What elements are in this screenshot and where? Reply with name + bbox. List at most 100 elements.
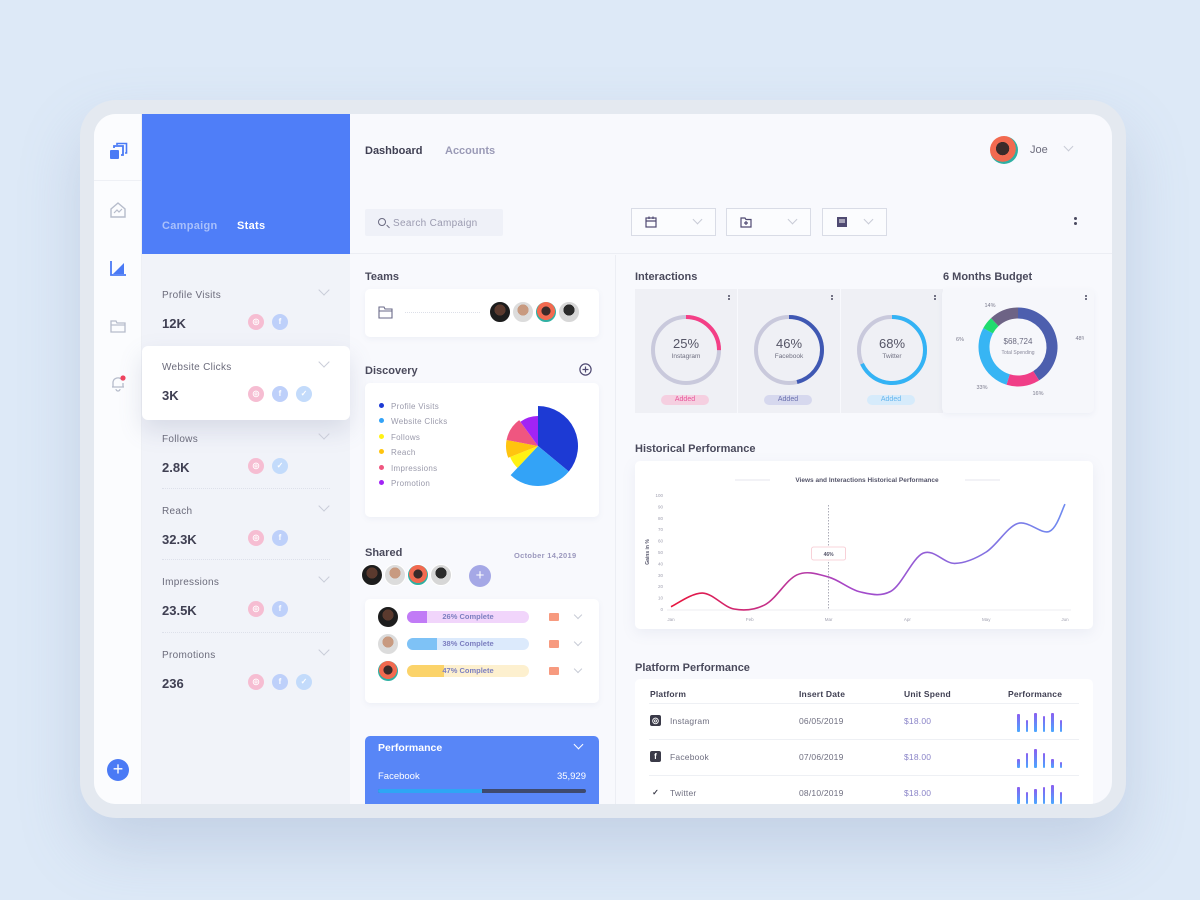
column-header[interactable]: Insert Date (799, 689, 845, 699)
chevron-down-icon[interactable] (318, 428, 330, 440)
donut-segment (991, 307, 1019, 327)
interaction-card[interactable]: 68% Twitter Added (841, 289, 943, 413)
add-button[interactable]: + (107, 759, 129, 781)
table-row[interactable]: f Facebook 07/06/2019 $18.00 (649, 739, 1079, 775)
shared-avatar[interactable] (407, 564, 429, 586)
teams-title: Teams (365, 271, 400, 283)
instagram-icon[interactable]: ◎ (248, 386, 264, 402)
area-chart-icon[interactable] (108, 258, 128, 278)
legend-dot (379, 433, 384, 439)
task-avatar[interactable] (377, 606, 399, 628)
performance-title: Performance (378, 742, 443, 754)
task-avatar[interactable] (377, 633, 399, 655)
home-chart-icon[interactable] (108, 200, 128, 220)
twitter-icon[interactable]: ✓ (296, 386, 312, 402)
table-row[interactable]: ✓ Twitter 08/10/2019 $18.00 (649, 775, 1079, 804)
chevron-down-icon[interactable] (1063, 141, 1074, 152)
instagram-icon[interactable]: ◎ (248, 530, 264, 546)
y-tick-label: 60 (658, 539, 664, 544)
instagram-icon[interactable]: ◎ (248, 458, 264, 474)
stats-hero: Campaign Stats (142, 114, 350, 254)
stat-label: Promotions (162, 650, 216, 661)
team-avatar[interactable] (489, 301, 511, 323)
task-avatar[interactable] (377, 660, 399, 682)
chevron-down-icon[interactable] (318, 284, 330, 296)
interaction-card[interactable]: 25% Instagram Added (635, 289, 737, 413)
column-header[interactable]: Performance (1008, 689, 1062, 699)
team-avatar[interactable] (558, 301, 580, 323)
task-progress: 38% Complete (407, 638, 529, 650)
interactions-title: Interactions (635, 271, 698, 283)
instagram-icon[interactable]: ◎ (248, 674, 264, 690)
more-options-icon[interactable] (1072, 215, 1078, 231)
y-tick-label: 30 (658, 573, 664, 578)
performance-card[interactable]: Performance Facebook 35,929 (365, 736, 599, 804)
message-icon[interactable] (549, 613, 559, 621)
chevron-down-icon[interactable] (573, 610, 583, 620)
facebook-icon[interactable]: f (272, 386, 288, 402)
inbox-dropdown[interactable] (822, 208, 887, 236)
table-row[interactable]: ◎ Instagram 06/05/2019 $18.00 (649, 703, 1079, 739)
added-badge[interactable]: Added (661, 395, 709, 405)
inbox-icon (837, 217, 847, 227)
stat-item[interactable]: Impressions 23.5K ◎ f (142, 571, 350, 649)
add-circle-icon[interactable] (579, 363, 592, 376)
legend-label: Profile Visits (391, 402, 440, 411)
folder-icon[interactable] (108, 316, 128, 336)
tab-accounts[interactable]: Accounts (445, 145, 495, 157)
shared-date: October 14,2019 (514, 551, 577, 560)
facebook-icon[interactable]: f (272, 674, 288, 690)
date-dropdown[interactable] (631, 208, 716, 236)
historical-line-chart: Views and Interactions Historical Perfor… (645, 477, 1071, 622)
facebook-icon[interactable]: f (272, 601, 288, 617)
layers-logo-icon[interactable] (108, 142, 128, 162)
search-input[interactable] (393, 215, 498, 231)
spark-bar (1042, 753, 1045, 768)
folder-add-icon (740, 217, 752, 228)
user-avatar[interactable] (990, 136, 1018, 164)
folder-dropdown[interactable] (726, 208, 811, 236)
tab-dashboard[interactable]: Dashboard (365, 145, 422, 157)
twitter-icon[interactable]: ✓ (272, 458, 288, 474)
spark-bar (1059, 792, 1062, 804)
chevron-down-icon[interactable] (318, 356, 330, 368)
message-icon[interactable] (549, 640, 559, 648)
twitter-icon: ✓ (652, 788, 659, 797)
add-shared-button[interactable]: + (469, 565, 491, 587)
search-box[interactable] (365, 209, 503, 236)
legend-label: Promotion (391, 479, 431, 488)
platform-performance-title: Platform Performance (635, 662, 750, 674)
message-icon[interactable] (549, 667, 559, 675)
team-avatar[interactable] (535, 301, 557, 323)
stat-item[interactable]: Promotions 236 ◎ f ✓ (142, 644, 350, 722)
y-axis-label: Gains in % (645, 539, 651, 565)
tab-stats[interactable]: Stats (237, 220, 265, 232)
tab-campaign[interactable]: Campaign (162, 220, 218, 232)
discovery-card: Profile Visits Website Clicks Follows Reach… (365, 383, 599, 517)
chevron-down-icon[interactable] (573, 664, 583, 674)
instagram-icon[interactable]: ◎ (248, 314, 264, 330)
column-header[interactable]: Platform (650, 689, 686, 699)
stat-item[interactable]: Follows 2.8K ◎ ✓ (142, 428, 350, 506)
stat-item[interactable]: Reach 32.3K ◎ f (142, 500, 350, 578)
added-badge[interactable]: Added (867, 395, 915, 405)
platform-name: Facebook (670, 752, 709, 762)
twitter-icon[interactable]: ✓ (296, 674, 312, 690)
stat-item[interactable]: Website Clicks 3K ◎ f ✓ (142, 346, 350, 420)
more-options-icon[interactable] (1084, 294, 1088, 301)
chevron-down-icon[interactable] (573, 739, 584, 750)
instagram-icon[interactable]: ◎ (248, 601, 264, 617)
insert-date: 06/05/2019 (799, 716, 844, 726)
bell-icon[interactable] (108, 373, 128, 393)
shared-avatar[interactable] (430, 564, 452, 586)
facebook-icon[interactable]: f (272, 530, 288, 546)
column-header[interactable]: Unit Spend (904, 689, 951, 699)
added-badge[interactable]: Added (764, 395, 812, 405)
chevron-down-icon[interactable] (573, 637, 583, 647)
shared-avatar[interactable] (384, 564, 406, 586)
facebook-icon[interactable]: f (272, 314, 288, 330)
team-avatar[interactable] (512, 301, 534, 323)
shared-avatar[interactable] (361, 564, 383, 586)
interaction-card[interactable]: 46% Facebook Added (738, 289, 840, 413)
teams-card[interactable] (365, 289, 599, 337)
